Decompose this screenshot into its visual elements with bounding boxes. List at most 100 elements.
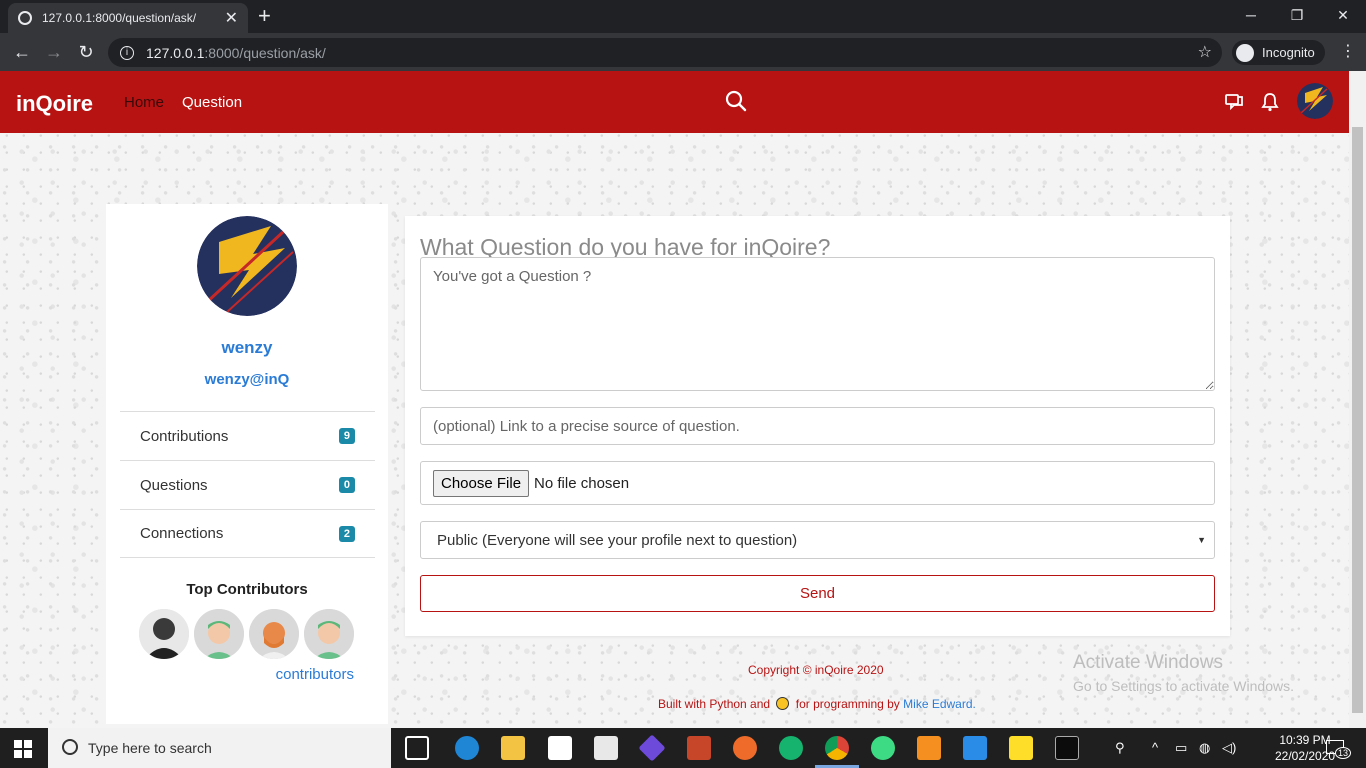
mail-icon[interactable] (594, 736, 618, 760)
search-icon[interactable] (724, 89, 748, 113)
edge-icon[interactable] (455, 736, 479, 760)
contributor-avatar[interactable] (249, 609, 299, 659)
author-link[interactable]: Mike Edward. (903, 697, 976, 711)
search-icon (62, 739, 78, 755)
chrome-icon[interactable] (825, 736, 849, 760)
send-button[interactable]: Send (420, 575, 1215, 612)
stat-connections[interactable]: Connections 2 (120, 509, 375, 558)
people-icon[interactable]: ⚲ (1115, 740, 1125, 756)
network-icon[interactable]: ◍ (1199, 740, 1210, 756)
reload-button[interactable]: ↻ (75, 41, 97, 63)
footer-copyright: Copyright © inQoire 2020 (748, 663, 884, 677)
page-scrollbar[interactable] (1349, 71, 1366, 728)
visibility-select[interactable]: Public (Everyone will see your profile n… (420, 521, 1215, 559)
contributors-list (139, 609, 354, 659)
top-contributors-title: Top Contributors (186, 581, 308, 598)
watermark-line1: Activate Windows (1073, 652, 1223, 673)
brand-logo[interactable]: inQoire (16, 91, 93, 117)
stat-badge: 0 (338, 477, 355, 493)
contributor-avatar[interactable] (139, 609, 189, 659)
globe-icon (18, 11, 32, 25)
notification-center-icon[interactable]: 13 (1326, 740, 1352, 759)
browser-menu-icon[interactable]: ⋮ (1340, 41, 1356, 61)
task-view-icon[interactable] (405, 736, 429, 760)
contributor-avatar[interactable] (304, 609, 354, 659)
restore-button[interactable]: ❐ (1274, 0, 1320, 30)
file-upload-field: Choose File No file chosen (420, 461, 1215, 505)
stat-label: Questions (140, 476, 208, 494)
activate-windows-watermark: Activate Windows Go to Settings to activ… (1073, 652, 1294, 694)
watermark-line2: Go to Settings to activate Windows. (1073, 678, 1294, 694)
nav-home-link[interactable]: Home (124, 94, 164, 111)
bookmark-star-icon[interactable]: ☆ (1198, 42, 1212, 62)
notification-bell-icon[interactable] (1259, 91, 1281, 113)
profile-stats: Contributions 9 Questions 0 Connections … (120, 411, 375, 558)
url-host: 127.0.0.1 (146, 44, 205, 61)
scrollbar-thumb[interactable] (1352, 127, 1363, 713)
app-navbar: inQoire Home Question (0, 71, 1349, 133)
battery-icon[interactable]: ▭ (1175, 740, 1187, 756)
stat-badge: 2 (338, 525, 355, 542)
taskbar-search-placeholder: Type here to search (88, 740, 212, 756)
minimize-button[interactable]: ─ (1228, 0, 1274, 30)
incognito-indicator[interactable]: Incognito (1232, 40, 1325, 65)
sublime-icon[interactable] (917, 736, 941, 760)
git-icon[interactable] (638, 734, 666, 762)
ask-question-form: What Question do you have for inQoire? C… (405, 216, 1230, 636)
nav-question-link[interactable]: Question (182, 94, 242, 111)
incognito-icon (1236, 43, 1254, 62)
close-tab-icon[interactable]: ✕ (225, 8, 238, 28)
terminal-icon[interactable] (1055, 736, 1079, 760)
profile-username[interactable]: wenzy (106, 338, 388, 358)
browser-tab[interactable]: 127.0.0.1:8000/question/ask/ ✕ (8, 3, 248, 33)
grammarly-icon[interactable] (779, 736, 803, 760)
new-tab-button[interactable]: + (258, 4, 271, 28)
browser-toolbar: ← → ↻ i 127.0.0.1:8000/question/ask/ ☆ I… (0, 33, 1366, 71)
stat-label: Connections (140, 525, 224, 542)
file-explorer-icon[interactable] (501, 736, 525, 760)
messages-icon[interactable] (1224, 91, 1246, 113)
smiley-icon (776, 697, 790, 710)
file-status: No file chosen (534, 474, 630, 492)
windows-start-icon[interactable] (14, 740, 32, 758)
page-viewport: inQoire Home Question wenzy wenzy@inQ Co… (0, 71, 1366, 728)
address-bar[interactable]: i 127.0.0.1:8000/question/ask/ ☆ (108, 38, 1222, 67)
stat-questions[interactable]: Questions 0 (120, 460, 375, 509)
built-prefix: Built with Python and (658, 697, 771, 711)
chevron-up-icon[interactable]: ^ (1152, 740, 1158, 755)
store-icon[interactable] (548, 736, 572, 760)
stat-badge: 9 (338, 428, 355, 444)
profile-handle[interactable]: wenzy@inQ (106, 371, 388, 388)
source-link-input[interactable] (420, 407, 1215, 445)
postman-icon[interactable] (733, 736, 757, 760)
footer-built-with: Built with Python and for programming by… (658, 697, 976, 711)
contributors-link[interactable]: contributors (276, 666, 354, 683)
vscode-icon[interactable] (963, 736, 987, 760)
stat-label: Contributions (140, 427, 229, 445)
visibility-selected-value: Public (Everyone will see your profile n… (437, 531, 798, 549)
chevron-down-icon: ▼ (1197, 535, 1206, 545)
tab-title: 127.0.0.1:8000/question/ask/ (42, 11, 197, 25)
stat-contributions[interactable]: Contributions 9 (120, 411, 375, 460)
browser-tab-bar: 127.0.0.1:8000/question/ask/ ✕ + ─ ❐ ✕ (0, 0, 1366, 33)
notification-count: 13 (1335, 747, 1352, 759)
site-info-icon[interactable]: i (120, 45, 134, 60)
close-window-button[interactable]: ✕ (1320, 0, 1366, 30)
windows-taskbar: Type here to search ⚲ ^ ▭ ◍ ◁) 10:39 PM … (0, 728, 1366, 768)
volume-icon[interactable]: ◁) (1222, 740, 1236, 756)
incognito-label: Incognito (1262, 45, 1315, 60)
choose-file-button[interactable]: Choose File (433, 469, 530, 497)
profile-avatar (197, 216, 297, 316)
back-button[interactable]: ← (11, 41, 33, 63)
taskbar-search-box[interactable]: Type here to search (48, 728, 391, 768)
user-avatar[interactable] (1297, 83, 1333, 119)
question-textarea[interactable] (420, 257, 1215, 391)
app-icon[interactable] (687, 736, 711, 760)
android-studio-icon[interactable] (871, 736, 895, 760)
contributor-avatar[interactable] (194, 609, 244, 659)
sticky-notes-icon[interactable] (1009, 736, 1033, 760)
built-suffix: for programming by (795, 697, 900, 711)
url-path: :8000/question/ask/ (204, 44, 326, 61)
forward-button[interactable]: → (43, 41, 65, 63)
profile-card: wenzy wenzy@inQ Contributions 9 Question… (106, 204, 388, 724)
